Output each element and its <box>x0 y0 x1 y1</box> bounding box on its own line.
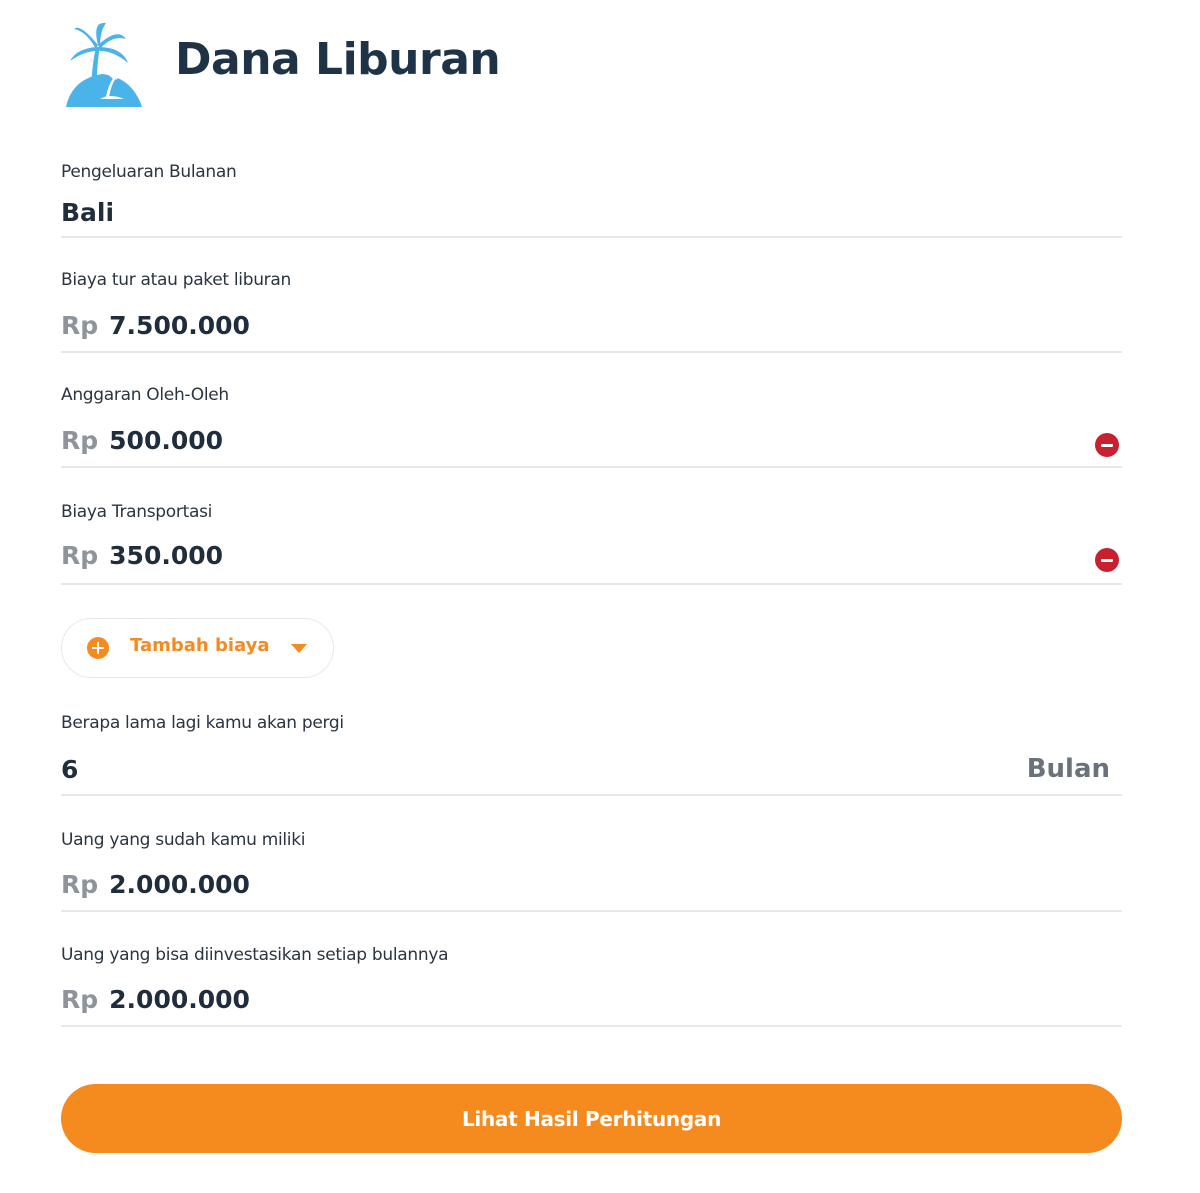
minus-circle-icon[interactable] <box>1095 433 1119 457</box>
currency-prefix: Rp <box>61 426 99 455</box>
destination-value[interactable]: Bali <box>61 198 114 227</box>
duration-label: Berapa lama lagi kamu akan pergi <box>61 713 344 733</box>
tour-cost-input[interactable]: 7.500.000 <box>109 311 250 340</box>
current-savings-input[interactable]: 2.000.000 <box>109 870 250 899</box>
destination-label: Pengeluaran Bulanan <box>61 162 237 182</box>
souvenir-budget-field[interactable]: Anggaran Oleh-Oleh Rp 500.000 <box>61 385 1122 468</box>
app-header <box>62 18 142 110</box>
currency-prefix: Rp <box>61 985 99 1014</box>
currency-prefix: Rp <box>61 870 99 899</box>
monthly-investment-label: Uang yang bisa diinvestasikan setiap bul… <box>61 945 449 965</box>
duration-field[interactable]: Berapa lama lagi kamu akan pergi 6 Bulan <box>61 713 1122 796</box>
souvenir-budget-input[interactable]: 500.000 <box>109 426 223 455</box>
currency-prefix: Rp <box>61 541 99 570</box>
transport-cost-label: Biaya Transportasi <box>61 502 213 522</box>
destination-field[interactable]: Pengeluaran Bulanan Bali <box>61 162 1122 238</box>
page-title: Dana Liburan <box>175 34 501 85</box>
transport-cost-field[interactable]: Biaya Transportasi Rp 350.000 <box>61 502 1122 585</box>
add-cost-label: Tambah biaya <box>130 635 270 656</box>
plus-circle-icon <box>87 637 109 659</box>
current-savings-label: Uang yang sudah kamu miliki <box>61 830 306 850</box>
add-cost-button[interactable]: Tambah biaya <box>61 618 334 678</box>
caret-down-icon <box>291 644 307 653</box>
monthly-investment-input[interactable]: 2.000.000 <box>109 985 250 1014</box>
duration-input[interactable]: 6 <box>61 755 78 784</box>
current-savings-field[interactable]: Uang yang sudah kamu miliki Rp 2.000.000 <box>61 830 1122 912</box>
tour-cost-label: Biaya tur atau paket liburan <box>61 270 291 290</box>
see-results-button[interactable]: Lihat Hasil Perhitungan <box>61 1084 1122 1153</box>
duration-unit: Bulan <box>1026 754 1110 784</box>
palm-island-icon <box>66 22 142 107</box>
transport-cost-input[interactable]: 350.000 <box>109 541 223 570</box>
currency-prefix: Rp <box>61 311 99 340</box>
souvenir-budget-label: Anggaran Oleh-Oleh <box>61 385 229 405</box>
minus-circle-icon[interactable] <box>1095 548 1119 572</box>
monthly-investment-field[interactable]: Uang yang bisa diinvestasikan setiap bul… <box>61 945 1122 1027</box>
tour-cost-field[interactable]: Biaya tur atau paket liburan Rp 7.500.00… <box>61 270 1122 353</box>
